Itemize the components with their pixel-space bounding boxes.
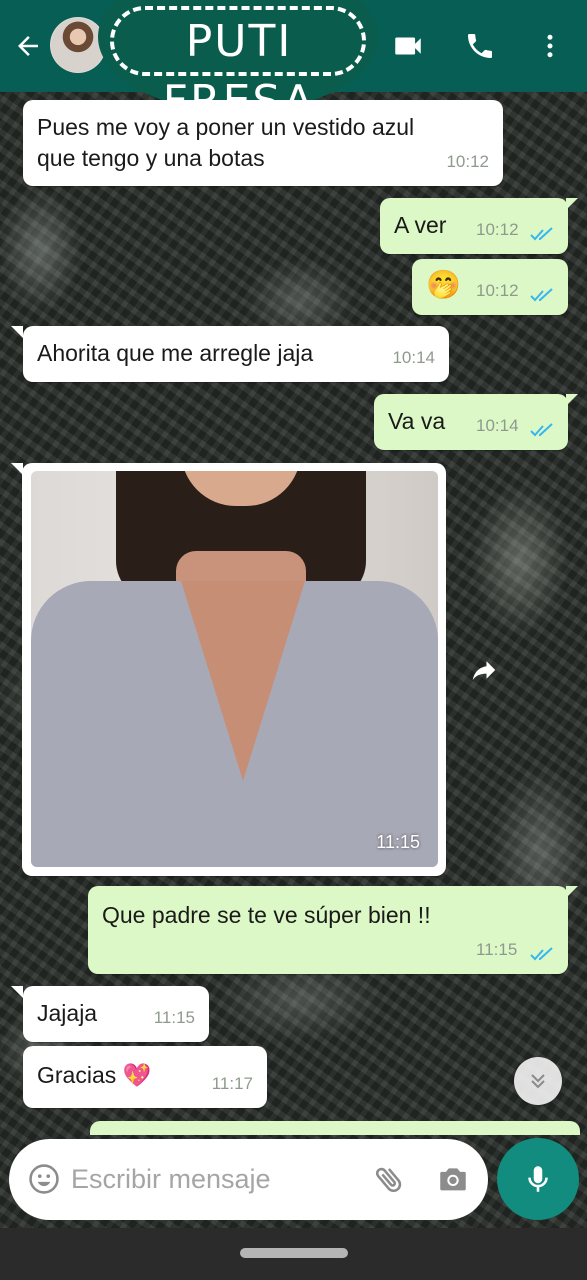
read-ticks-icon — [530, 947, 553, 961]
message-time: 10:14 — [392, 348, 435, 367]
voice-record-button[interactable] — [497, 1138, 579, 1220]
message-time: 11:15 — [153, 1008, 195, 1027]
message-time: 11:17 — [211, 1074, 253, 1093]
attach-button[interactable] — [369, 1159, 409, 1199]
message-input[interactable] — [71, 1159, 361, 1199]
message-text: Ahorita que me arregle jaja — [37, 340, 314, 366]
message-time: 11:15 — [376, 832, 420, 852]
message-outgoing-partial — [90, 1121, 580, 1135]
more-vertical-icon — [547, 34, 553, 58]
paperclip-icon — [375, 1167, 402, 1193]
phone-icon — [468, 34, 492, 58]
video-call-button[interactable] — [388, 26, 428, 66]
camera-button[interactable] — [433, 1159, 473, 1199]
chat-header: PUTI FRESA — [0, 0, 587, 127]
message-outgoing[interactable]: Que padre se te ve súper bien !! 11:15 — [88, 886, 568, 974]
message-text: Va va — [388, 408, 446, 434]
scroll-to-bottom-button[interactable] — [514, 1057, 562, 1105]
message-text: A ver — [394, 212, 447, 238]
camera-icon — [440, 1168, 466, 1191]
bubble-tail — [11, 326, 23, 338]
microphone-icon — [528, 1166, 548, 1192]
message-time: 10:12 — [476, 220, 519, 239]
arrow-left-icon — [18, 36, 38, 56]
message-emoji: 🤭 — [426, 269, 461, 300]
message-text-line: Pues me voy a poner un vestido azul — [37, 114, 415, 140]
read-ticks-icon — [530, 288, 553, 302]
video-camera-icon — [395, 37, 421, 55]
message-text: Gracias 💖 — [37, 1062, 152, 1088]
home-gesture-pill[interactable] — [240, 1248, 348, 1258]
back-button[interactable] — [8, 26, 48, 66]
message-outgoing[interactable]: 🤭 10:12 — [412, 259, 568, 315]
message-text: Jajaja — [37, 1000, 98, 1026]
emoji-icon — [29, 1164, 59, 1194]
forward-button[interactable] — [466, 652, 502, 688]
read-ticks-icon — [530, 227, 553, 241]
shared-photo[interactable]: 11:15 — [31, 471, 438, 867]
message-outgoing[interactable]: A ver 10:12 — [380, 198, 568, 254]
message-outgoing[interactable]: Va va 10:14 — [374, 394, 568, 450]
read-ticks-icon — [530, 423, 553, 437]
system-navigation-bar — [0, 1228, 587, 1280]
message-time: 11:15 — [476, 940, 518, 959]
forward-icon — [472, 661, 496, 680]
message-time: 10:14 — [476, 416, 519, 435]
message-time: 10:12 — [446, 152, 489, 171]
photo-neckline — [181, 581, 305, 781]
emoji-button[interactable] — [25, 1160, 63, 1198]
message-image[interactable]: 11:15 — [22, 463, 446, 876]
message-incoming[interactable]: Ahorita que me arregle jaja 10:14 — [23, 326, 449, 382]
bubble-tail — [566, 198, 578, 210]
message-incoming[interactable]: Gracias 💖 11:17 — [23, 1046, 267, 1108]
message-text: Que padre se te ve súper bien !! — [102, 902, 431, 928]
menu-button[interactable] — [530, 26, 570, 66]
voice-call-button[interactable] — [460, 26, 500, 66]
double-chevron-down-icon — [531, 1074, 545, 1089]
bubble-tail — [566, 886, 578, 898]
bubble-tail — [11, 986, 23, 998]
contact-avatar[interactable] — [50, 17, 106, 73]
message-incoming[interactable]: Pues me voy a poner un vestido azul que … — [23, 100, 503, 186]
message-text-line: que tengo y una botas — [37, 145, 265, 171]
bubble-tail — [566, 394, 578, 406]
message-incoming[interactable]: Jajaja 11:15 — [23, 986, 209, 1042]
message-time: 10:12 — [476, 281, 519, 300]
message-composer — [9, 1139, 488, 1220]
